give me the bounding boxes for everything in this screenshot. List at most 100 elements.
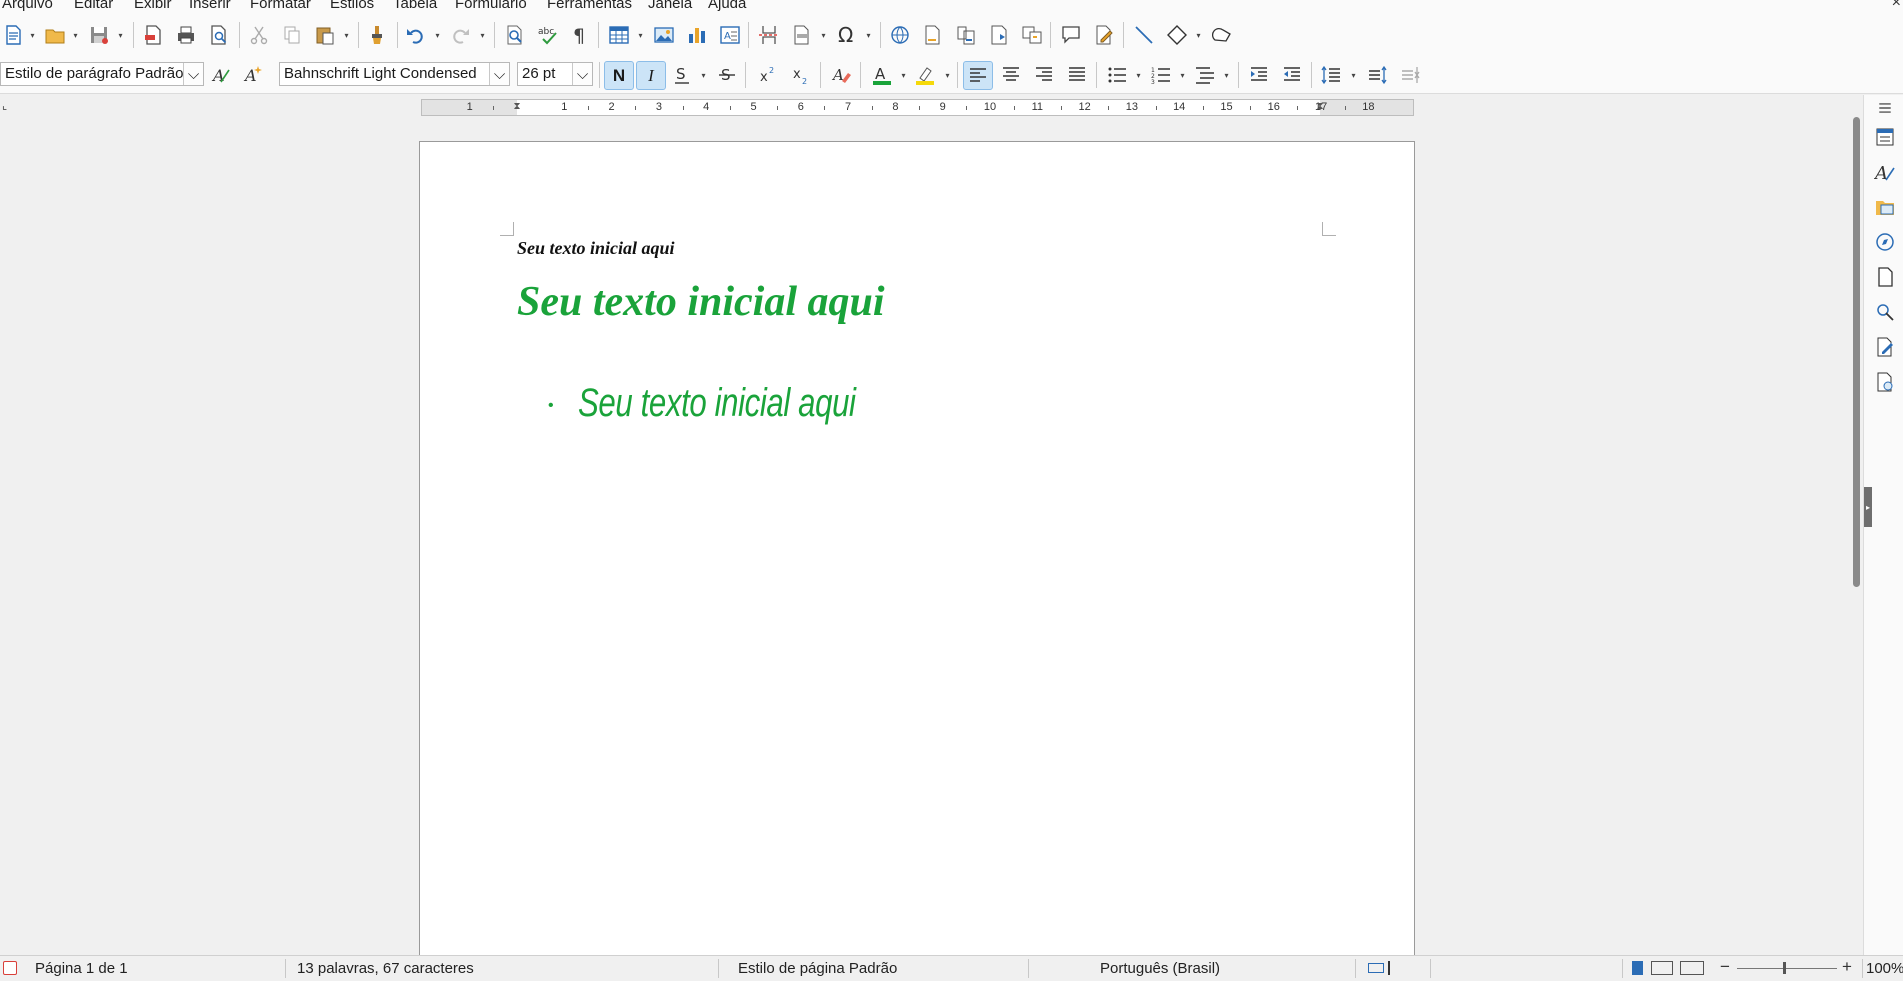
redo-dropdown[interactable]: ▾ <box>478 22 487 48</box>
menu-ajuda[interactable]: Ajuda <box>708 0 746 12</box>
special-character-icon[interactable]: Ω <box>834 22 860 48</box>
new-document-dropdown[interactable]: ▾ <box>28 22 37 48</box>
tab-stop-selector-icon[interactable]: ⌞ <box>2 99 7 112</box>
redo-icon[interactable] <box>447 22 473 48</box>
underline-icon[interactable]: S <box>669 62 695 88</box>
menu-formatar[interactable]: Formatar <box>250 0 311 12</box>
clear-formatting-icon[interactable]: A <box>829 62 855 88</box>
menu-estilos[interactable]: Estilos <box>330 0 374 12</box>
align-left-icon[interactable] <box>963 61 993 90</box>
print-icon[interactable] <box>173 22 199 48</box>
word-count[interactable]: 13 palavras, 67 caracteres <box>297 960 474 977</box>
find-replace-icon[interactable] <box>502 22 528 48</box>
justify-icon[interactable] <box>1064 62 1090 88</box>
document-paragraph-2[interactable]: Seu texto inicial aqui <box>517 278 885 326</box>
language-indicator[interactable]: Português (Brasil) <box>1100 960 1220 977</box>
unordered-list-icon[interactable] <box>1104 62 1130 88</box>
decrease-indent-icon[interactable] <box>1279 62 1305 88</box>
undo-dropdown[interactable]: ▾ <box>433 22 442 48</box>
new-document-icon[interactable] <box>0 22 26 48</box>
styles-icon[interactable]: A <box>1872 159 1898 185</box>
style-inspector-icon[interactable] <box>1872 299 1898 325</box>
endnote-icon[interactable] <box>953 22 979 48</box>
open-dropdown[interactable]: ▾ <box>71 22 80 48</box>
zoom-in-button[interactable]: + <box>1842 957 1852 977</box>
document-list-item[interactable]: Seu texto inicial aqui <box>578 381 856 426</box>
paste-icon[interactable] <box>312 22 338 48</box>
menu-arquivo[interactable]: Arquivo <box>2 0 53 12</box>
insert-line-icon[interactable] <box>1131 22 1157 48</box>
chevron-down-icon[interactable]: ⌵ <box>572 63 592 85</box>
manage-changes-icon[interactable] <box>1872 334 1898 360</box>
zoom-out-button[interactable]: − <box>1720 957 1730 977</box>
page-icon[interactable] <box>1872 264 1898 290</box>
sidebar-collapse-handle[interactable]: ▸ <box>1864 487 1872 527</box>
basic-shapes-dropdown[interactable]: ▾ <box>1194 22 1203 48</box>
zoom-slider[interactable] <box>1737 968 1837 969</box>
ordered-list-dropdown[interactable]: ▾ <box>1178 62 1187 88</box>
underline-dropdown[interactable]: ▾ <box>699 62 708 88</box>
document-paragraph-1[interactable]: Seu texto inicial aqui <box>517 238 675 259</box>
save-dropdown[interactable]: ▾ <box>116 22 125 48</box>
page-style-indicator[interactable]: Estilo de página Padrão <box>738 960 897 977</box>
document-page[interactable]: Seu texto inicial aqui Seu texto inicial… <box>419 141 1415 955</box>
save-icon[interactable] <box>86 22 112 48</box>
design-icon[interactable] <box>1872 369 1898 395</box>
chevron-down-icon[interactable]: ⌵ <box>489 63 509 85</box>
footnote-icon[interactable] <box>920 22 946 48</box>
clone-formatting-icon[interactable] <box>364 22 390 48</box>
insert-text-box-icon[interactable]: A <box>717 22 743 48</box>
insert-comment-icon[interactable] <box>1058 22 1084 48</box>
spelling-icon[interactable]: abc <box>535 22 561 48</box>
navigator-icon[interactable] <box>1872 229 1898 255</box>
open-folder-icon[interactable] <box>42 22 68 48</box>
chevron-down-icon[interactable]: ⌵ <box>183 63 203 85</box>
align-center-icon[interactable] <box>998 62 1024 88</box>
left-indent-marker[interactable]: ⧗ <box>513 101 520 112</box>
book-view-icon[interactable] <box>1680 961 1704 975</box>
right-indent-marker[interactable]: ⧗ <box>1316 101 1323 112</box>
draw-functions-icon[interactable] <box>1210 22 1236 48</box>
line-spacing-icon[interactable] <box>1318 62 1344 88</box>
menu-inserir[interactable]: Inserir <box>189 0 231 12</box>
outline-list-icon[interactable] <box>1192 62 1218 88</box>
subscript-icon[interactable]: x2 <box>788 62 814 88</box>
font-color-dropdown[interactable]: ▾ <box>899 62 908 88</box>
menu-editar[interactable]: Editar <box>74 0 113 12</box>
gallery-icon[interactable] <box>1872 194 1898 220</box>
bold-button[interactable]: N <box>604 61 634 90</box>
menu-ferramentas[interactable]: Ferramentas <box>547 0 632 12</box>
increase-paragraph-spacing-icon[interactable] <box>1364 62 1390 88</box>
menu-tabela[interactable]: Tabela <box>393 0 437 12</box>
basic-shapes-icon[interactable] <box>1164 22 1190 48</box>
horizontal-ruler[interactable]: 1 1 2 3 4 5 6 7 8 9 10 11 12 13 14 15 16 17 18 ⧗ ⧗ <box>421 99 1414 116</box>
properties-icon[interactable] <box>1872 124 1898 150</box>
menu-janela[interactable]: Janela <box>648 0 692 12</box>
multi-page-view-icon[interactable] <box>1651 961 1673 975</box>
align-right-icon[interactable] <box>1031 62 1057 88</box>
hyperlink-icon[interactable] <box>887 22 913 48</box>
insert-mode-icon[interactable] <box>1368 963 1384 973</box>
font-color-icon[interactable]: A <box>869 62 895 88</box>
scrollbar-thumb[interactable] <box>1853 117 1860 587</box>
export-pdf-icon[interactable] <box>140 22 166 48</box>
ordered-list-icon[interactable]: 123 <box>1148 62 1174 88</box>
selection-mode-icon[interactable] <box>1388 961 1390 975</box>
italic-button[interactable]: I <box>636 61 666 90</box>
cross-reference-icon[interactable] <box>1019 22 1045 48</box>
insert-table-icon[interactable] <box>606 22 632 48</box>
vertical-scrollbar[interactable] <box>1850 95 1863 955</box>
copy-icon[interactable] <box>279 22 305 48</box>
print-preview-icon[interactable] <box>206 22 232 48</box>
track-changes-icon[interactable] <box>1091 22 1117 48</box>
close-document-button[interactable]: × <box>1892 0 1901 12</box>
insert-chart-icon[interactable] <box>684 22 710 48</box>
highlight-color-dropdown[interactable]: ▾ <box>943 62 952 88</box>
new-style-icon[interactable]: A <box>241 62 267 88</box>
insert-image-icon[interactable] <box>651 22 677 48</box>
insert-field-dropdown[interactable]: ▾ <box>819 22 828 48</box>
insert-table-dropdown[interactable]: ▾ <box>636 22 645 48</box>
document-area[interactable]: Seu texto inicial aqui Seu texto inicial… <box>0 121 1850 955</box>
strikethrough-icon[interactable]: S <box>714 62 740 88</box>
page-indicator[interactable]: Página 1 de 1 <box>35 960 128 977</box>
